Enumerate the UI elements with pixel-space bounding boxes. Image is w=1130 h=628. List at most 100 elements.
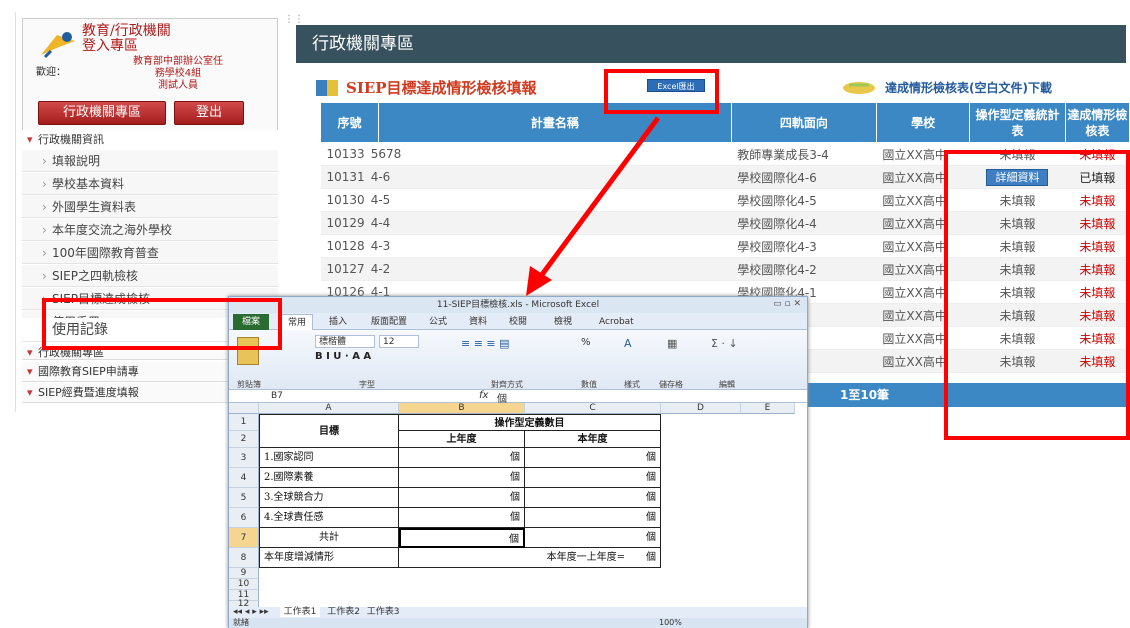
row-header[interactable]: 4 [229,468,259,488]
corner-select[interactable] [229,403,259,414]
window-controls-icon[interactable]: ▭ ▫ ✕ [773,299,801,309]
sidebar-item-overseas-schools[interactable]: › 本年度交流之海外學校 [22,219,278,241]
styles-icon[interactable]: A [624,337,632,350]
table-row[interactable]: 10129 4-4 學校國際化4-4 國立XX高中 未填報 未填報 [320,211,1130,235]
cell-prev-count[interactable]: 個 [399,448,525,468]
sheet-nav-icon[interactable]: ◂◂ ◂ ▸ ▸▸ [233,607,269,617]
cell-goal[interactable]: 1.國家認同 [259,448,399,468]
row-track: 學校國際化4-4 [731,211,877,235]
user-org: 教育部中部辦公室任 [133,56,223,67]
sidebar-item-four-track[interactable]: › SIEP之四軌檢核 [22,265,278,287]
cell-prev-count[interactable]: 個 [399,468,525,488]
tab-insert[interactable]: 插入 [329,314,347,330]
logout-button[interactable]: 登出 [174,101,244,125]
tab-formulas[interactable]: 公式 [429,314,447,330]
cell-goal[interactable]: 3.全球競合力 [259,488,399,508]
row-plan-name[interactable]: 4-5 [371,193,391,207]
row-track: 學校國際化4-3 [731,234,877,258]
sidebar-item-census[interactable]: › 100年國際教育普查 [22,242,278,264]
row-plan-name[interactable]: 4-4 [371,216,391,230]
row-track: 教師專業成長3-4 [731,142,877,166]
row-header[interactable]: 5 [229,488,259,508]
row-plan-name[interactable]: 4-3 [371,239,391,253]
cell-diff-formula[interactable]: 本年度一上年度= [399,548,629,568]
paste-icon[interactable] [237,337,259,365]
cell-this-count[interactable]: 個 [525,508,661,528]
row-header[interactable]: 1 [229,414,259,431]
cell-goal-header[interactable]: 目標 [259,414,399,448]
col-header-track[interactable]: 四軌面向 [730,102,877,143]
zoom-level[interactable]: 100% [659,618,682,628]
col-header-e[interactable]: E [741,403,795,414]
tab-layout[interactable]: 版面配置 [371,314,407,330]
col-header-check[interactable]: 達成情形檢核表 [1064,102,1130,143]
row-check-status: 已填報 [1065,165,1130,189]
tab-data[interactable]: 資料 [469,314,487,330]
row-plan-name[interactable]: 4-2 [371,262,391,276]
sheet-tab-2[interactable]: 工作表2 [327,607,360,617]
cell-this-count[interactable]: 個 [525,488,661,508]
sidebar-item-fill-guide[interactable]: › 填報說明 [22,150,278,172]
table-row[interactable]: 10133 5678 教師專業成長3-4 國立XX高中 未填報 未填報 [320,142,1130,166]
col-header-op-stats[interactable]: 操作型定義統計表 [969,102,1066,143]
row-plan-name[interactable]: 5678 [371,147,402,161]
tab-home[interactable]: 常用 [281,314,314,330]
row-header[interactable]: 7 [229,528,259,548]
table-row[interactable]: 10127 4-2 學校國際化4-2 國立XX高中 未填報 未填報 [320,257,1130,281]
cell-this-count[interactable]: 個 [525,468,661,488]
col-header-a[interactable]: A [259,403,399,414]
cell-this-count[interactable]: 個 [525,448,661,468]
row-header[interactable]: 10 [229,579,259,590]
menu-header[interactable]: ▾ 行政機關資訊 [22,130,278,150]
table-row[interactable]: 10130 4-5 學校國際化4-5 國立XX高中 未填報 未填報 [320,188,1130,212]
cells-icon[interactable]: ▦ [667,337,677,350]
cell-goal[interactable]: 2.國際素養 [259,468,399,488]
tab-view[interactable]: 檢視 [554,314,572,330]
cell-goal[interactable]: 4.全球責任感 [259,508,399,528]
row-header[interactable]: 8 [229,548,259,568]
admin-area-button[interactable]: 行政機關專區 [38,101,166,125]
table-row[interactable]: 10128 4-3 學校國際化4-3 國立XX高中 未填報 未填報 [320,234,1130,258]
system-title: 教育/行政機關 登入專區 [82,24,171,54]
col-header-id[interactable]: 序號 [319,102,380,143]
sheet-tab-3[interactable]: 工作表3 [367,607,400,617]
blank-form-download-link[interactable]: 達成情形檢核表(空白文件)下載 [885,79,1052,96]
align-icon[interactable]: ≡ ≡ ≡ ▤ [461,337,510,350]
col-header-b[interactable]: B [399,403,525,414]
row-header[interactable]: 3 [229,448,259,468]
cell-total-this-year[interactable]: 個 [525,528,661,548]
sidebar-item-label: 使用記錄 [52,322,108,338]
cell-diff-unit[interactable]: 個 [629,548,661,568]
row-header[interactable]: 2 [229,431,259,448]
bold-italic-underline-icon[interactable]: B I U · A A [315,351,371,362]
cell-total-label[interactable]: 共計 [259,528,399,548]
tab-acrobat[interactable]: Acrobat [599,314,634,330]
font-name-select[interactable]: 標楷體 [315,335,375,348]
cell-prev-year[interactable]: 上年度 [399,431,525,448]
col-header-c[interactable]: C [525,403,661,414]
row-plan-name[interactable]: 4-6 [371,170,391,184]
excel-export-button[interactable]: Excel匯出 [647,79,705,92]
tab-review[interactable]: 校閱 [509,314,527,330]
name-box[interactable]: B7 [231,391,361,402]
cell-diff-label[interactable]: 本年度增減情形 [259,548,399,568]
table-row[interactable]: 10131 4-6 學校國際化4-6 國立XX高中 詳細資料 已填報 [320,165,1130,189]
cell-prev-count[interactable]: 個 [399,508,525,528]
cell-this-year[interactable]: 本年度 [525,431,661,448]
tab-file[interactable]: 檔案 [233,314,269,330]
sidebar-item-school-data[interactable]: › 學校基本資料 [22,173,278,195]
detail-button[interactable]: 詳細資料 [986,169,1049,186]
col-header-school[interactable]: 學校 [875,102,971,143]
worksheet-grid[interactable]: A B C D E 1 2 3 4 5 6 7 8 9 10 11 12 目標 操作型定義數目 上年度… [229,403,807,609]
font-size-select[interactable]: 12 [379,335,419,348]
sidebar-item-foreign-students[interactable]: › 外國學生資料表 [22,196,278,218]
cell-prev-count[interactable]: 個 [399,488,525,508]
col-header-d[interactable]: D [661,403,741,414]
sheet-tab-1[interactable]: 工作表1 [279,607,321,617]
cell-b7-selected[interactable]: 個 [399,528,525,548]
number-format-icon[interactable]: % [581,337,591,348]
cell-op-def-header[interactable]: 操作型定義數目 [399,414,661,431]
row-header[interactable]: 9 [229,568,259,579]
row-header[interactable]: 6 [229,508,259,528]
sum-icon[interactable]: Σ · ↓ [711,337,738,350]
